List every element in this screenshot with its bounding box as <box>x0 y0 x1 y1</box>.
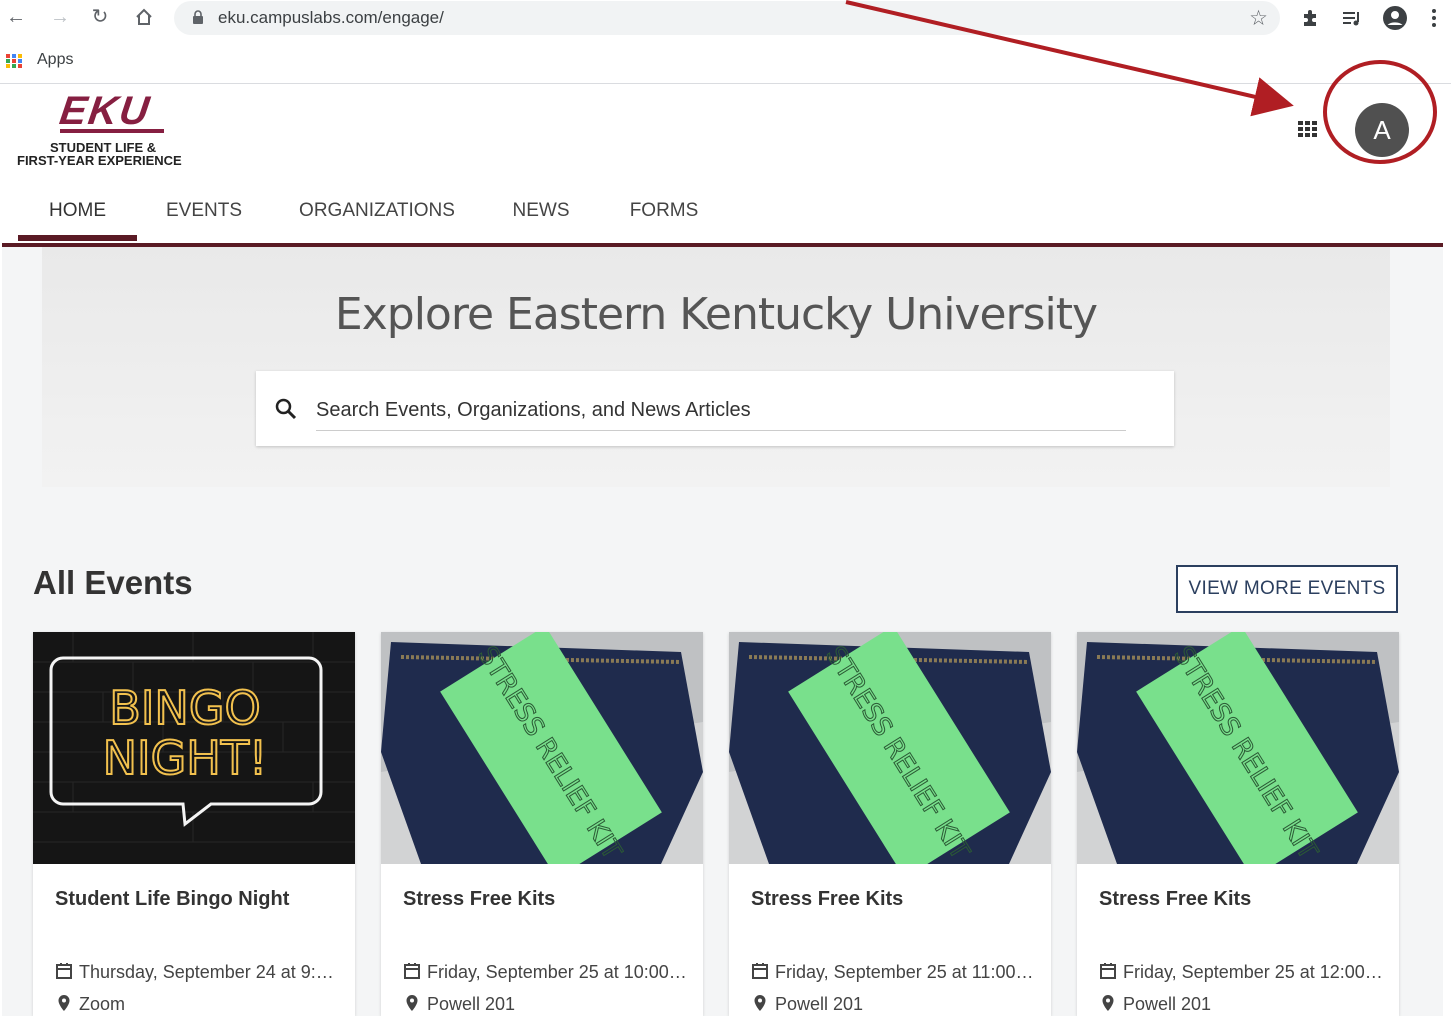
event-image-stress-kit: STRESS RELIEF KIT <box>381 632 703 864</box>
address-bar[interactable]: eku.campuslabs.com/engage/ ☆ <box>174 1 1280 35</box>
apps-grid-icon[interactable] <box>6 54 22 68</box>
bookmark-star-icon[interactable]: ☆ <box>1249 6 1268 31</box>
event-location: Zoom <box>55 994 125 1015</box>
search-box <box>256 371 1174 446</box>
hero-title: Explore Eastern Kentucky University <box>334 289 1098 340</box>
event-image-stress-kit: STRESS RELIEF KIT <box>729 632 1051 864</box>
event-date: Thursday, September 24 at 9:… <box>55 962 347 983</box>
event-card[interactable]: BINGO NIGHT! Student Life Bingo Night Th… <box>33 632 355 1016</box>
forward-arrow-icon[interactable]: → <box>47 4 73 30</box>
extensions-puzzle-icon[interactable] <box>1296 4 1324 32</box>
event-card[interactable]: STRESS RELIEF KIT Stress Free Kits Frida… <box>1077 632 1399 1016</box>
logo-subtitle-line2: FIRST-YEAR EXPERIENCE <box>17 153 182 168</box>
logo-underline <box>60 129 164 133</box>
lock-icon <box>193 10 203 24</box>
calendar-icon <box>56 963 72 979</box>
url-text: eku.campuslabs.com/engage/ <box>218 8 444 27</box>
event-location: Powell 201 <box>403 994 515 1015</box>
site-header: EKU STUDENT LIFE & FIRST-YEAR EXPERIENCE… <box>0 85 1451 247</box>
browser-toolbar: ← → ↻ eku.campuslabs.com/engage/ ☆ <box>0 0 1451 36</box>
event-title[interactable]: Stress Free Kits <box>751 888 903 911</box>
apps-bookmark-label[interactable]: Apps <box>37 51 73 69</box>
event-location-text: Powell 201 <box>427 994 516 1014</box>
active-tab-indicator <box>18 235 137 241</box>
tab-forms[interactable]: FORMS <box>612 192 716 244</box>
event-title[interactable]: Student Life Bingo Night <box>55 888 289 911</box>
event-title[interactable]: Stress Free Kits <box>1099 888 1251 911</box>
bookmarks-bar: Apps <box>0 36 1451 84</box>
more-menu-icon[interactable] <box>1424 4 1444 32</box>
location-pin-icon <box>406 995 418 1011</box>
event-image-stress-kit: STRESS RELIEF KIT <box>1077 632 1399 864</box>
all-events-heading: All Events <box>33 564 193 601</box>
bingo-line1: BINGO <box>109 681 260 735</box>
location-pin-icon <box>1102 995 1114 1011</box>
event-location: Powell 201 <box>751 994 863 1015</box>
search-icon[interactable] <box>274 397 298 421</box>
location-pin-icon <box>58 995 70 1011</box>
tab-events[interactable]: EVENTS <box>150 192 258 244</box>
event-location-text: Powell 201 <box>1123 994 1212 1014</box>
reload-icon[interactable]: ↻ <box>87 4 113 30</box>
home-icon[interactable] <box>131 4 157 30</box>
search-input[interactable] <box>316 391 1126 431</box>
main-nav-tabs: HOME EVENTS ORGANIZATIONS NEWS FORMS <box>0 192 1443 246</box>
event-card[interactable]: STRESS RELIEF KIT Stress Free Kits Frida… <box>381 632 703 1016</box>
event-date-text: Friday, September 25 at 11:00… <box>775 962 1034 982</box>
event-date: Friday, September 25 at 10:00… <box>403 962 695 983</box>
event-date-text: Thursday, September 24 at 9:… <box>79 962 334 982</box>
calendar-icon <box>752 963 768 979</box>
event-date-text: Friday, September 25 at 12:00… <box>1123 962 1383 982</box>
logo-eku-text: EKU <box>56 89 154 133</box>
location-pin-icon <box>754 995 766 1011</box>
event-image-bingo: BINGO NIGHT! <box>33 632 355 864</box>
event-date: Friday, September 25 at 12:00… <box>1099 962 1391 983</box>
view-more-events-button[interactable]: VIEW MORE EVENTS <box>1176 565 1398 613</box>
event-location-text: Zoom <box>79 994 126 1014</box>
tab-news[interactable]: NEWS <box>497 192 585 244</box>
event-date-text: Friday, September 25 at 10:00… <box>427 962 687 982</box>
calendar-icon <box>404 963 420 979</box>
eku-logo[interactable]: EKU STUDENT LIFE & FIRST-YEAR EXPERIENCE <box>16 89 216 168</box>
user-avatar[interactable]: A <box>1355 103 1409 157</box>
calendar-icon <box>1100 963 1116 979</box>
event-date: Friday, September 25 at 11:00… <box>751 962 1043 983</box>
app-launcher-grid-icon[interactable] <box>1298 121 1320 139</box>
back-arrow-icon[interactable]: ← <box>3 4 29 30</box>
event-title[interactable]: Stress Free Kits <box>403 888 555 911</box>
profile-account-icon[interactable] <box>1381 4 1409 32</box>
tab-organizations[interactable]: ORGANIZATIONS <box>284 192 470 244</box>
event-location: Powell 201 <box>1099 994 1211 1015</box>
media-queue-icon[interactable] <box>1338 4 1366 32</box>
event-location-text: Powell 201 <box>775 994 864 1014</box>
event-card[interactable]: STRESS RELIEF KIT Stress Free Kits Frida… <box>729 632 1051 1016</box>
bingo-line2: NIGHT! <box>103 731 268 785</box>
hero-section: Explore Eastern Kentucky University <box>42 247 1390 487</box>
